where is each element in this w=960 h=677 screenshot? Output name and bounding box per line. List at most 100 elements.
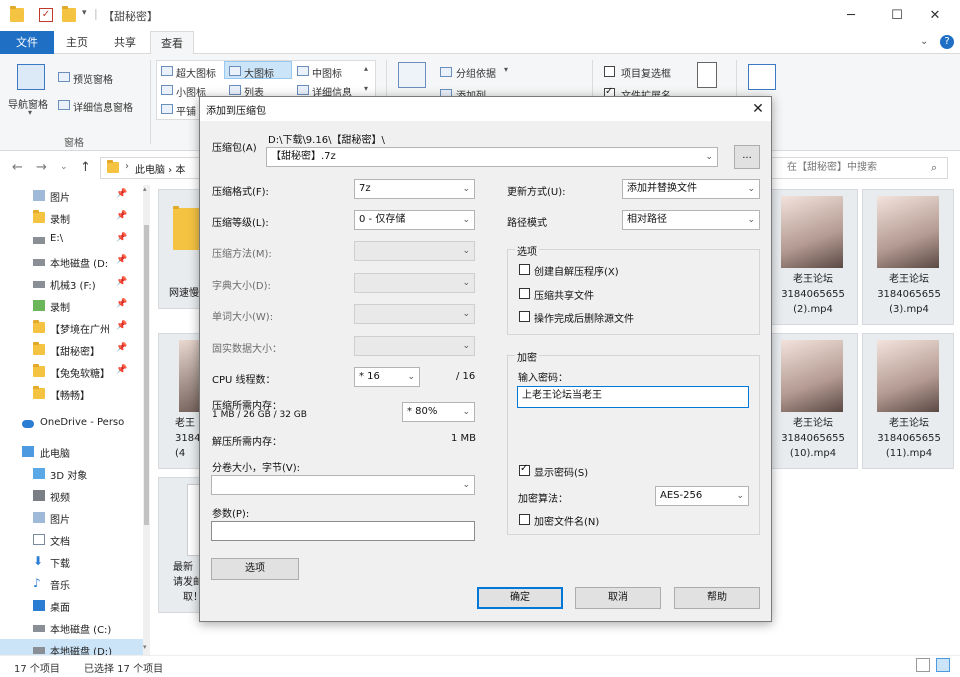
hide-selected-icon[interactable] <box>697 62 717 88</box>
nav-item-music[interactable]: ♪ 音乐 <box>0 573 143 595</box>
large-icons-option[interactable]: 大图标 <box>244 65 274 80</box>
nav-item-this-pc[interactable]: 此电脑 <box>0 441 143 463</box>
search-input[interactable]: 在【甜秘密】中搜索 ⌕ <box>768 157 948 179</box>
split-volume-combo[interactable]: ⌄ <box>211 475 475 495</box>
properties-icon[interactable]: ✓ <box>39 8 53 22</box>
medium-icons-option[interactable]: 中图标 <box>312 65 342 80</box>
nav-item-documents[interactable]: 文档 <box>0 529 143 551</box>
chevron-down-icon: ⌄ <box>407 372 415 382</box>
close-window-button[interactable]: ✕ <box>912 3 958 29</box>
nav-item-recordings[interactable]: 录制 📌 <box>0 207 143 229</box>
password-input[interactable]: 上老王论坛当老王 <box>517 386 749 408</box>
tab-share[interactable]: 共享 <box>104 31 146 54</box>
nav-item-pictures-2[interactable]: 图片 <box>0 507 143 529</box>
show-password-checkbox[interactable] <box>519 463 530 476</box>
nav-item-downloads[interactable]: ⬇ 下载 <box>0 551 143 573</box>
nav-item-c-drive[interactable]: 本地磁盘 (C:) <box>0 617 143 639</box>
breadcrumb[interactable]: 此电脑 › 本 <box>135 161 185 176</box>
level-select[interactable]: 0 - 仅存储 ⌄ <box>354 210 475 230</box>
ok-button[interactable]: 确定 <box>477 587 563 609</box>
chevron-down-icon: ⌄ <box>462 215 470 225</box>
compress-shared-label: 压缩共享文件 <box>534 291 594 302</box>
cube-icon <box>33 468 45 479</box>
scrollbar-thumb[interactable] <box>144 225 149 525</box>
quick-access-dropdown-icon[interactable]: ▾ <box>82 8 87 18</box>
tab-view[interactable]: 查看 <box>150 31 194 55</box>
nav-item-recordings-2[interactable]: 录制 📌 <box>0 295 143 317</box>
nav-item-d-drive-2[interactable]: 本地磁盘 (D:) <box>0 639 143 658</box>
options-button[interactable]: 选项 <box>211 558 299 580</box>
nav-item-pictures[interactable]: 图片 📌 <box>0 185 143 207</box>
tiles-option[interactable]: 平铺 <box>176 103 196 118</box>
cancel-button[interactable]: 取消 <box>575 587 661 609</box>
gallery-scroll-up-icon[interactable]: ▴ <box>364 64 368 73</box>
nav-item-folder-4[interactable]: 【畅畅】 <box>0 383 143 405</box>
options-icon[interactable] <box>748 64 776 90</box>
large-icons-view-toggle-icon[interactable] <box>936 658 950 672</box>
chevron-down-icon: ⌄ <box>462 480 470 490</box>
extra-large-icons-option[interactable]: 超大图标 <box>176 65 216 80</box>
help-button[interactable]: 帮助 <box>674 587 760 609</box>
method-select[interactable]: ⌄ <box>354 241 475 261</box>
details-pane-button[interactable]: 详细信息窗格 <box>73 99 133 114</box>
navigation-pane: 图片 📌 录制 📌 E:\ 📌 本地磁盘 (D: 📌 机械3 (F:) 📌 录制… <box>0 185 143 658</box>
memory-usage-select[interactable]: * 80% ⌄ <box>402 402 475 422</box>
encryption-method-select[interactable]: AES-256 ⌄ <box>655 486 749 506</box>
preview-pane-icon <box>58 72 70 82</box>
ribbon-collapse-icon[interactable]: ⌄ <box>920 36 928 47</box>
gallery-scroll-down-icon[interactable]: ▾ <box>364 84 368 93</box>
dictionary-select[interactable]: ⌄ <box>354 273 475 293</box>
word-size-select[interactable]: ⌄ <box>354 304 475 324</box>
back-arrow-icon[interactable]: ← <box>12 160 23 175</box>
browse-button[interactable]: ... <box>734 145 760 169</box>
recent-locations-icon[interactable]: ⌄ <box>60 162 68 172</box>
forward-arrow-icon[interactable]: → <box>36 160 47 175</box>
nav-item-folder-2[interactable]: 【甜秘密】 📌 <box>0 339 143 361</box>
sort-by-icon[interactable] <box>398 62 426 88</box>
video-item[interactable]: 老王论坛 3184065655 (2).mp4 <box>766 189 858 325</box>
minimize-button[interactable]: ─ <box>828 3 874 29</box>
navigation-scrollbar[interactable]: ▴ ▾ <box>143 185 150 655</box>
up-arrow-icon[interactable]: ↑ <box>80 160 91 175</box>
cpu-threads-select[interactable]: * 16 ⌄ <box>354 367 420 387</box>
parameters-input[interactable] <box>211 521 475 541</box>
preview-pane-button[interactable]: 预览窗格 <box>73 71 113 86</box>
solid-block-select[interactable]: ⌄ <box>354 336 475 356</box>
nav-item-folder-3[interactable]: 【兔兔软糖】 📌 <box>0 361 143 383</box>
new-folder-icon[interactable] <box>62 6 76 22</box>
nav-item-label: OneDrive - Perso <box>40 417 125 428</box>
help-icon[interactable]: ? <box>940 35 954 49</box>
video-item[interactable]: 老王论坛 3184065655 (3).mp4 <box>862 189 954 325</box>
compress-shared-checkbox[interactable] <box>519 288 530 299</box>
video-item[interactable]: 老王论坛 3184065655 (11).mp4 <box>862 333 954 469</box>
nav-item-d-drive[interactable]: 本地磁盘 (D: 📌 <box>0 251 143 273</box>
nav-item-desktop[interactable]: 桌面 <box>0 595 143 617</box>
encrypt-names-checkbox[interactable] <box>519 514 530 525</box>
nav-item-folder-1[interactable]: 【梦境在广州 📌 <box>0 317 143 339</box>
word-size-label: 单词大小(W): <box>212 312 274 323</box>
path-mode-select[interactable]: 相对路径 ⌄ <box>622 210 760 230</box>
cloud-icon <box>22 420 34 428</box>
create-sfx-checkbox[interactable] <box>519 264 530 275</box>
video-item[interactable]: 老王论坛 3184065655 (10).mp4 <box>766 333 858 469</box>
details-view-toggle-icon[interactable] <box>916 658 930 672</box>
scroll-up-icon[interactable]: ▴ <box>143 185 147 193</box>
tab-home[interactable]: 主页 <box>56 31 98 54</box>
video-label: 老王论坛 3184065655 (2).mp4 <box>781 274 845 315</box>
scroll-down-icon[interactable]: ▾ <box>143 643 147 651</box>
dialog-close-button[interactable]: ✕ <box>748 99 768 119</box>
tab-file[interactable]: 文件 <box>0 31 54 54</box>
update-mode-select[interactable]: 添加并替换文件 ⌄ <box>622 179 760 199</box>
item-checkboxes-checkbox[interactable] <box>604 66 615 77</box>
nav-item-onedrive[interactable]: OneDrive - Perso <box>0 413 143 435</box>
video-label-line3: (4 <box>175 448 186 459</box>
delete-after-checkbox[interactable] <box>519 311 530 322</box>
group-by-button[interactable]: 分组依据 <box>456 65 496 80</box>
nav-item-3d-objects[interactable]: 3D 对象 <box>0 463 143 485</box>
archive-name-combo[interactable]: 【甜秘密】.7z ⌄ <box>266 147 718 167</box>
nav-item-videos[interactable]: 视频 <box>0 485 143 507</box>
nav-item-e-drive[interactable]: E:\ 📌 <box>0 229 143 251</box>
format-select[interactable]: 7z ⌄ <box>354 179 475 199</box>
navigation-pane-icon[interactable] <box>17 64 45 90</box>
nav-item-f-drive[interactable]: 机械3 (F:) 📌 <box>0 273 143 295</box>
